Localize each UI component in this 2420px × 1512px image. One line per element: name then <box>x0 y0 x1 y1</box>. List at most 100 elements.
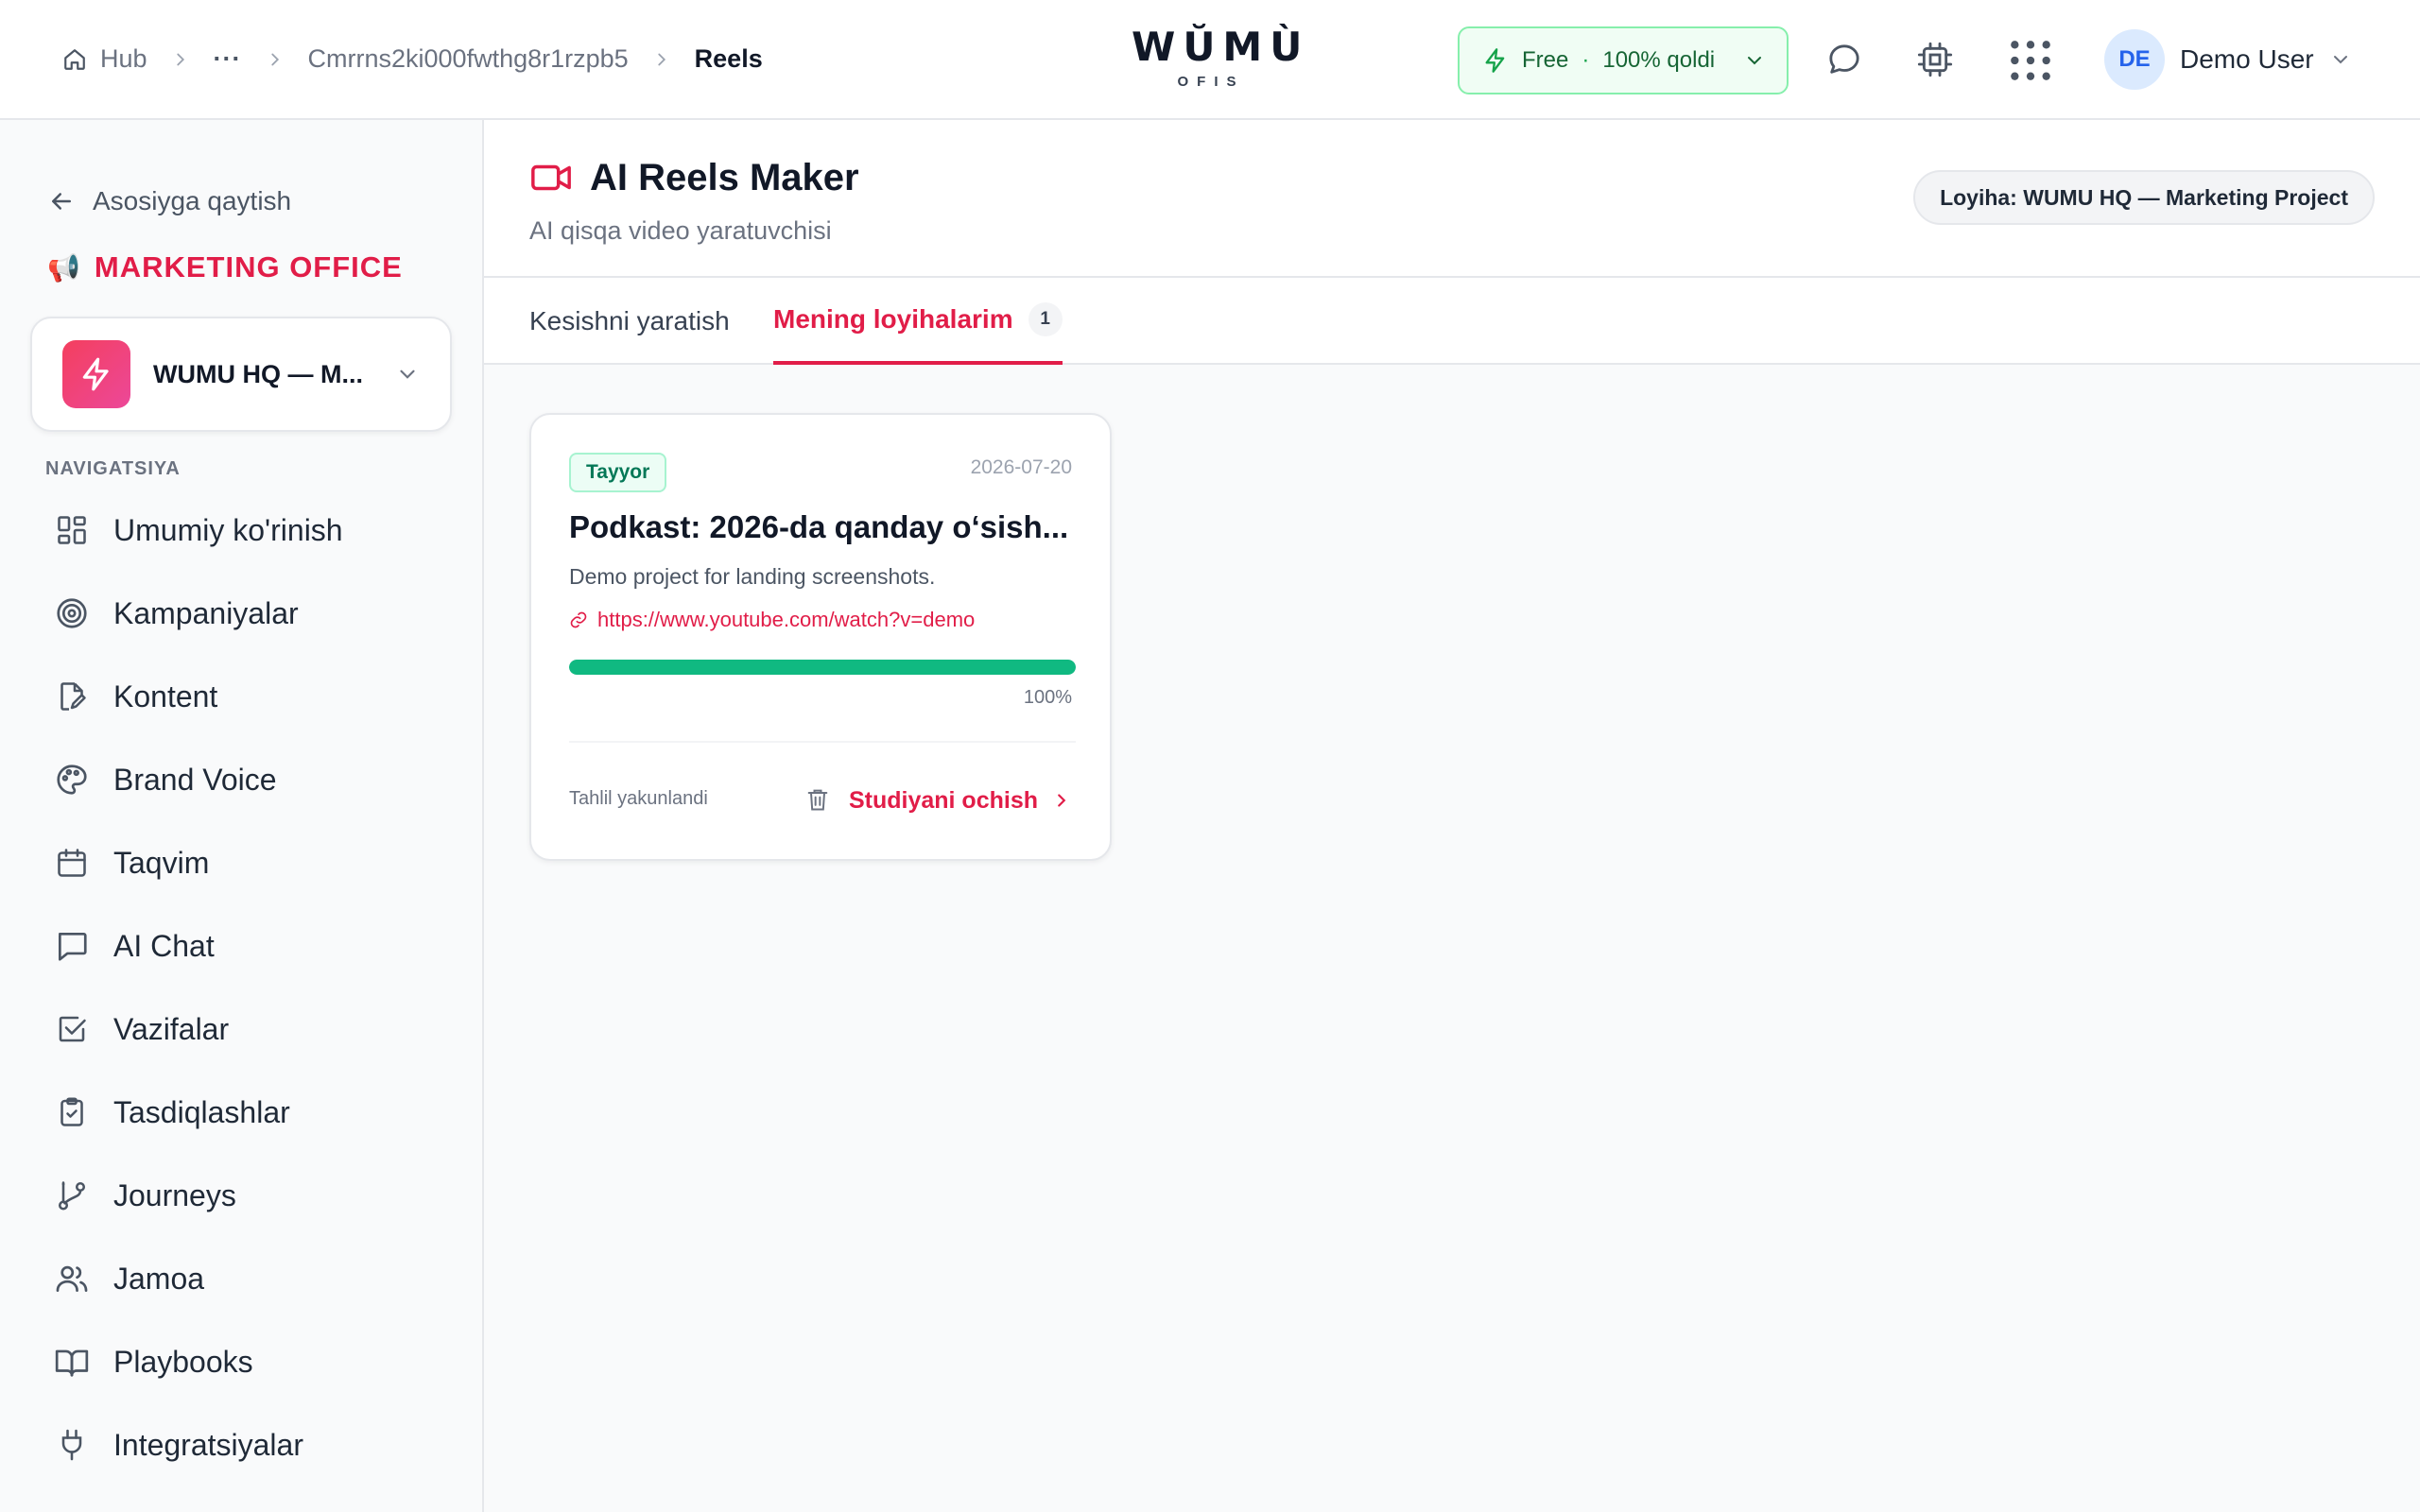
link-icon <box>569 610 588 629</box>
breadcrumb-project[interactable]: Cmrrns2ki000fwthg8r1rzpb5 <box>308 44 629 74</box>
tab-bar: Kesishni yaratish Mening loyihalarim 1 <box>484 276 2420 365</box>
project-card[interactable]: Tayyor 2026-07-20 Podkast: 2026-da qanda… <box>529 413 1112 861</box>
chat-icon <box>53 927 91 965</box>
trash-icon <box>804 786 831 813</box>
logo-wordmark: WŬMÙ <box>1132 24 1310 70</box>
target-icon <box>53 594 91 632</box>
card-title: Podkast: 2026-da qanday oʻsish... <box>569 509 1069 544</box>
page-title-row: AI Reels Maker <box>529 156 859 199</box>
user-name: Demo User <box>2180 44 2314 74</box>
lightning-icon <box>1482 47 1509 74</box>
breadcrumb-hub[interactable]: Hub <box>62 44 147 74</box>
sidebar-item-label: AI Chat <box>113 928 215 963</box>
source-video-link[interactable]: https://www.youtube.com/watch?v=demo <box>569 608 975 632</box>
git-branch-icon <box>53 1177 91 1214</box>
back-link-label: Asosiyga qaytish <box>93 186 292 215</box>
megaphone-icon: 📢 <box>47 252 81 283</box>
palette-icon <box>53 761 91 799</box>
sidebar-item-label: Vazifalar <box>113 1011 230 1046</box>
plan-name: Free <box>1522 47 1569 73</box>
tab-label: Mening loyihalarim <box>773 304 1013 334</box>
clipboard-check-icon <box>53 1093 91 1131</box>
messages-button[interactable] <box>1823 38 1866 81</box>
breadcrumb-hub-label: Hub <box>100 44 147 73</box>
back-to-home-link[interactable]: Asosiyga qaytish <box>47 186 291 216</box>
chevron-down-icon <box>2329 48 2352 71</box>
project-logo <box>62 340 130 408</box>
plan-usage-button[interactable]: Free · 100% qoldi <box>1458 26 1789 94</box>
sidebar-item-integrations[interactable]: Integratsiyalar <box>0 1403 482 1486</box>
project-switcher[interactable]: WUMU HQ — M... <box>30 317 452 432</box>
breadcrumb-current: Reels <box>694 44 763 73</box>
ai-chip-button[interactable] <box>1913 38 1957 81</box>
top-bar: Hub ··· Cmrrns2ki000fwthg8r1rzpb5 Reels … <box>0 0 2420 120</box>
page-header: AI Reels Maker AI qisqa video yaratuvchi… <box>529 156 859 246</box>
chat-bubble-icon <box>1825 41 1863 78</box>
sidebar: Asosiyga qaytish 📢 MARKETING OFFICE WUMU… <box>0 120 484 1512</box>
chevron-right-icon <box>1051 790 1072 811</box>
chevron-right-icon <box>242 49 308 70</box>
progress-fill <box>569 660 1076 675</box>
sidebar-item-label: Integratsiyalar <box>113 1427 303 1462</box>
open-studio-label: Studiyani ochish <box>848 786 1038 814</box>
grid-dots-icon <box>2007 37 2054 84</box>
sidebar-item-overview[interactable]: Umumiy ko'rinish <box>0 489 482 572</box>
sidebar-item-approvals[interactable]: Tasdiqlashlar <box>0 1071 482 1154</box>
breadcrumb: Hub ··· Cmrrns2ki000fwthg8r1rzpb5 Reels <box>62 0 763 118</box>
card-divider <box>569 741 1076 743</box>
project-name: WUMU HQ — M... <box>153 359 363 388</box>
lightning-icon <box>78 356 114 392</box>
dashboard-icon <box>53 511 91 549</box>
sidebar-item-team[interactable]: Jamoa <box>0 1237 482 1320</box>
sidebar-item-tasks[interactable]: Vazifalar <box>0 988 482 1071</box>
main-content: AI Reels Maker AI qisqa video yaratuvchi… <box>484 120 2420 1512</box>
sidebar-item-ai-chat[interactable]: AI Chat <box>0 904 482 988</box>
sidebar-item-label: Journeys <box>113 1177 236 1212</box>
users-icon <box>53 1260 91 1297</box>
tab-label: Kesishni yaratish <box>529 306 730 335</box>
sidebar-item-brand-voice[interactable]: Brand Voice <box>0 738 482 821</box>
chevron-down-icon <box>395 362 420 387</box>
sidebar-nav: Umumiy ko'rinish Kampaniyalar Kontent Br… <box>0 489 482 1486</box>
home-icon <box>62 47 87 72</box>
open-studio-button[interactable]: Studiyani ochish <box>849 782 1072 819</box>
sidebar-item-label: Kontent <box>113 679 218 713</box>
apps-grid-button[interactable] <box>2006 36 2055 85</box>
status-badge: Tayyor <box>569 453 667 492</box>
plan-remaining: 100% qoldi <box>1602 47 1716 73</box>
page-subtitle: AI qisqa video yaratuvchisi <box>529 216 832 245</box>
sidebar-item-label: Tasdiqlashlar <box>113 1094 290 1129</box>
sidebar-item-calendar[interactable]: Taqvim <box>0 821 482 904</box>
chevron-right-icon <box>147 49 214 70</box>
sidebar-item-label: Playbooks <box>113 1344 253 1379</box>
project-badge: Loyiha: WUMU HQ — Marketing Project <box>1913 170 2375 225</box>
nav-heading: NAVIGATSIYA <box>45 458 181 479</box>
page-title: AI Reels Maker <box>590 156 859 198</box>
chevron-right-icon <box>629 49 695 70</box>
tab-create-clip[interactable]: Kesishni yaratish <box>529 278 730 365</box>
sidebar-item-label: Kampaniyalar <box>113 595 299 630</box>
file-edit-icon <box>53 678 91 715</box>
chevron-down-icon <box>1743 49 1766 72</box>
sidebar-item-playbooks[interactable]: Playbooks <box>0 1320 482 1403</box>
app-logo[interactable]: WŬMÙ OFIS <box>1132 23 1310 90</box>
sidebar-item-campaigns[interactable]: Kampaniyalar <box>0 572 482 655</box>
office-title-label: MARKETING OFFICE <box>94 250 403 284</box>
tab-count-badge: 1 <box>1028 302 1063 336</box>
avatar: DE <box>2104 29 2165 90</box>
card-date: 2026-07-20 <box>970 456 1072 478</box>
user-menu[interactable]: DE Demo User <box>2104 28 2352 91</box>
book-open-icon <box>53 1343 91 1381</box>
progress-label: 100% <box>1023 687 1072 708</box>
sidebar-item-content[interactable]: Kontent <box>0 655 482 738</box>
tab-my-projects[interactable]: Mening loyihalarim 1 <box>773 278 1063 365</box>
analysis-status: Tahlil yakunlandi <box>569 788 708 809</box>
delete-button[interactable] <box>804 784 832 815</box>
sidebar-item-journeys[interactable]: Journeys <box>0 1154 482 1237</box>
cpu-icon <box>1916 41 1954 78</box>
arrow-left-icon <box>47 187 76 215</box>
logo-subtitle: OFIS <box>1177 74 1245 90</box>
sidebar-item-label: Umumiy ko'rinish <box>113 512 343 547</box>
breadcrumb-ellipsis[interactable]: ··· <box>214 44 242 74</box>
sidebar-item-label: Jamoa <box>113 1261 205 1296</box>
